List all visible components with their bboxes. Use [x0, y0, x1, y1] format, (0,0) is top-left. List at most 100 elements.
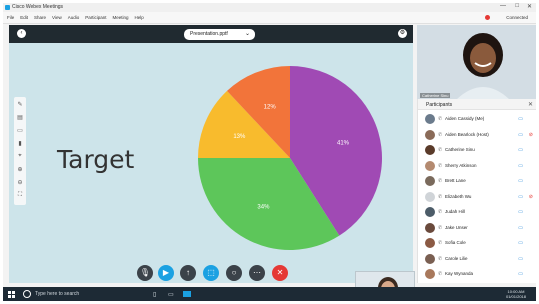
share-icon[interactable]: ↑ [180, 265, 196, 281]
menu-share[interactable]: Share [34, 15, 46, 20]
participants-icon[interactable]: ○ [226, 265, 242, 281]
participant-name: Sherry Atkinson [445, 162, 477, 168]
task-view-icon[interactable]: ▭ [168, 291, 174, 298]
pie-slice-label: 41% [337, 141, 350, 147]
pie-slice-label: 12% [264, 105, 277, 111]
menu-view[interactable]: View [52, 15, 62, 20]
video-status-icon[interactable]: ▭ [518, 163, 523, 169]
participant-row[interactable]: ✆ Aiden Bearlock (Host) ▭ ⊘ [418, 127, 536, 143]
avatar [425, 253, 435, 264]
avatar [425, 160, 435, 171]
mic-taskbar-icon[interactable]: ▯ [153, 291, 159, 298]
participant-row[interactable]: ✆ Carole Lilie ▭ [418, 251, 536, 267]
phone-icon: ✆ [438, 193, 443, 200]
zoom-out-icon[interactable]: ⊖ [17, 179, 23, 186]
window-title: Cisco Webex Meetings [12, 4, 64, 10]
file-select-label: Presentation.pptf [190, 31, 228, 37]
avatar [425, 269, 435, 279]
webex-taskbar-icon[interactable] [183, 291, 191, 297]
participant-row[interactable]: ✆ Aiden Cassidy (Me) ▭ [418, 111, 536, 127]
phone-icon: ✆ [438, 209, 443, 215]
shared-content-area: ‹ Presentation.pptf ⌄ ⚙ ✎ ▤ ▭ ▮ ⌖ ⊕ ⊖ ⛶ … [9, 25, 415, 301]
end-call-icon[interactable]: ✕ [272, 265, 288, 281]
pointer-icon[interactable]: ⌖ [17, 153, 23, 160]
menu-audio[interactable]: Audio [68, 15, 80, 20]
app-window: Cisco Webex Meetings — □ ✕ File Edit Sha… [3, 3, 536, 301]
phone-icon: ✆ [438, 131, 443, 138]
zoom-in-icon[interactable]: ⊕ [17, 166, 23, 173]
video-status-icon[interactable]: ▭ [518, 116, 523, 122]
participant-row[interactable]: ✆ Sherry Atkinson ▭ [418, 158, 536, 174]
search-icon[interactable] [23, 290, 31, 298]
phone-icon: ✆ [438, 116, 443, 122]
participant-row[interactable]: ✆ Judah Hill ▭ [418, 204, 536, 220]
menu-participant[interactable]: Participant [85, 15, 106, 20]
video-status-icon[interactable]: ▭ [518, 147, 523, 153]
video-status-icon[interactable]: ▭ [518, 256, 523, 262]
video-status-icon[interactable]: ▭ [518, 240, 523, 246]
phone-icon: ✆ [438, 255, 443, 262]
video-status-icon[interactable]: ▭ [518, 209, 523, 215]
participant-name: Aiden Cassidy (Me) [445, 116, 485, 121]
pie-slice-label: 13% [233, 134, 246, 140]
connection-status[interactable]: Connected [506, 15, 528, 20]
menu-bar: File Edit Share View Audio Participant M… [3, 12, 536, 24]
menu-help[interactable]: Help [135, 15, 144, 20]
video-status-icon[interactable]: ▭ [518, 271, 523, 277]
participant-row[interactable]: ✆ Elizabeth Wu ▭ ⊘ [418, 189, 536, 205]
more-icon[interactable]: ⋯ [249, 265, 265, 281]
maximize-button[interactable]: □ [515, 3, 519, 9]
pie-chart: 41% 34% 13% 12% [198, 66, 382, 250]
gear-icon[interactable]: ⚙ [398, 29, 407, 38]
eraser-icon[interactable]: ▮ [17, 140, 23, 147]
taskbar-search-input[interactable]: Type here to search [35, 291, 79, 297]
annotation-toolbar: ✎ ▤ ▭ ▮ ⌖ ⊕ ⊖ ⛶ [14, 97, 26, 205]
close-button[interactable]: ✕ [527, 3, 532, 10]
participants-title: Participants [426, 102, 453, 108]
text-icon[interactable]: ▤ [17, 114, 23, 121]
participant-name: Carole Lilie [445, 255, 468, 261]
file-select-dropdown[interactable]: Presentation.pptf ⌄ [184, 29, 255, 40]
participant-row[interactable]: ✆ Catherine Sinu ▭ [418, 142, 536, 158]
windows-taskbar: Type here to search ▯ ▭ 10:00 AM 01/01/2… [3, 287, 536, 301]
close-panel-icon[interactable]: ✕ [528, 101, 533, 108]
participant-row[interactable]: ✆ Jake Unser ▭ [418, 220, 536, 236]
avatar [425, 191, 435, 202]
active-speaker-video[interactable]: Catherine Sinu [417, 25, 536, 99]
fit-icon[interactable]: ⛶ [17, 192, 23, 199]
mic-muted-icon[interactable]: ⊘ [529, 132, 533, 138]
menu-edit[interactable]: Edit [20, 15, 28, 20]
pie-slice-label: 34% [257, 204, 270, 210]
slide-title: Target [57, 145, 135, 174]
clock-date: 01/01/2018 [505, 294, 526, 299]
mic-icon[interactable]: 🎙 [137, 265, 153, 281]
video-status-icon[interactable]: ▭ [518, 132, 523, 138]
system-clock: 10:00 AM 01/01/2018 [506, 289, 526, 299]
participant-name: Brett Lane [445, 178, 466, 183]
record-icon[interactable]: ⬚ [203, 265, 219, 281]
menu-file[interactable]: File [7, 15, 14, 20]
video-status-icon[interactable]: ▭ [518, 178, 523, 184]
video-status-icon[interactable]: ▭ [518, 225, 523, 231]
minimize-button[interactable]: — [500, 3, 506, 9]
title-bar: Cisco Webex Meetings — □ ✕ [3, 3, 536, 12]
participant-row[interactable]: ✆ Brett Lane ▭ [418, 173, 536, 189]
avatar [425, 176, 435, 186]
menu-meeting[interactable]: Meeting [113, 15, 129, 20]
participants-panel: Participants ✕ ✆ Aiden Cassidy (Me) ▭ ✆ Aide… [417, 99, 536, 283]
participant-row[interactable]: ✆ Sofia Cole ▭ [418, 235, 536, 251]
mic-status-icon[interactable] [485, 15, 490, 20]
pen-icon[interactable]: ✎ [17, 101, 23, 108]
windows-start-icon[interactable] [8, 291, 15, 298]
avatar [425, 129, 435, 140]
mic-muted-icon[interactable]: ⊘ [529, 194, 533, 200]
avatar [425, 114, 435, 124]
participant-name: Aiden Bearlock (Host) [445, 131, 489, 137]
shapes-icon[interactable]: ▭ [17, 127, 23, 134]
phone-icon: ✆ [438, 240, 443, 246]
avatar [425, 222, 435, 233]
video-icon[interactable]: ▶ [158, 265, 174, 281]
info-icon[interactable]: ‹ [17, 29, 26, 38]
video-status-icon[interactable]: ▭ [518, 194, 523, 200]
participant-row[interactable]: ✆ Kay Wynanda ▭ [418, 266, 536, 282]
